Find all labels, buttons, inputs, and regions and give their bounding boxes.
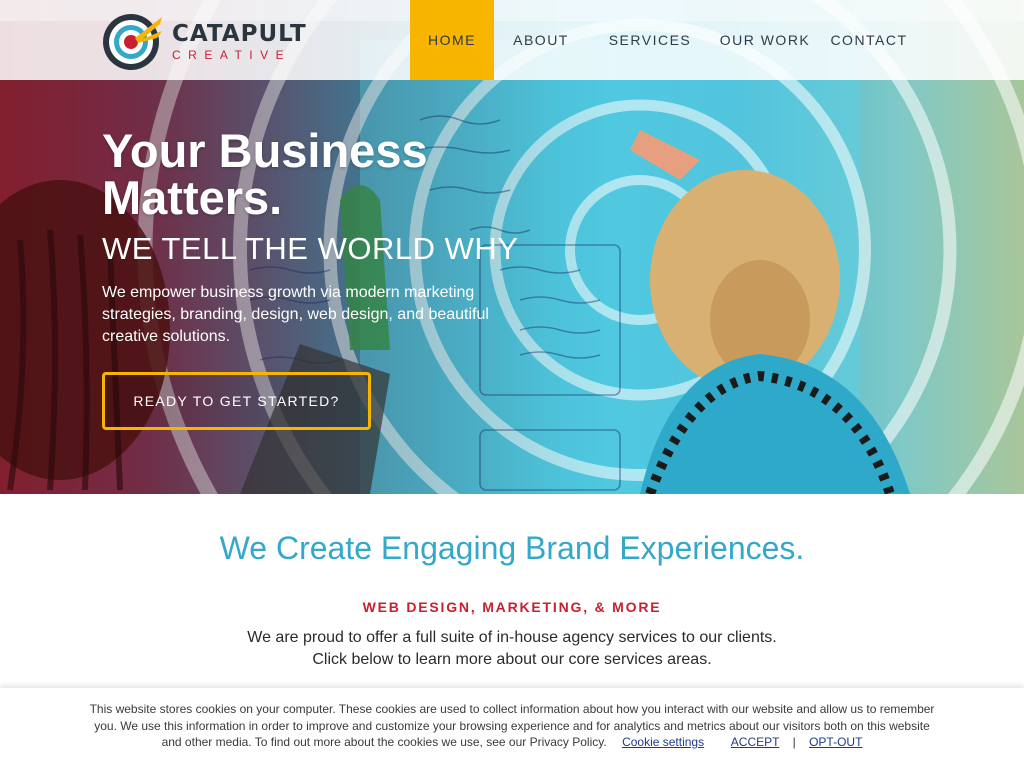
cookie-separator: | [792, 735, 796, 749]
cookie-accept-link[interactable]: ACCEPT [731, 735, 779, 749]
nav-item-our-work[interactable]: OUR WORK [712, 0, 818, 80]
cookie-settings-link[interactable]: Cookie settings [622, 735, 704, 749]
hero-description: We empower business growth via modern ma… [102, 284, 489, 345]
get-started-button[interactable]: READY TO GET STARTED? [102, 372, 371, 430]
section-kicker: WEB DESIGN, MARKETING, & MORE [362, 599, 662, 615]
nav-item-about[interactable]: ABOUT [494, 0, 588, 80]
section-text-line-2: Click below to learn more about our core… [312, 651, 712, 668]
cookie-notice-last-line: and other media. To find out more about … [161, 735, 607, 749]
catapult-target-logo-icon [103, 14, 162, 70]
logo-subtitle: CREATIVE [172, 48, 292, 62]
hero-title: Your Business Matters. [102, 124, 428, 224]
nav-item-services[interactable]: SERVICES [588, 0, 712, 80]
section-text-line-1: We are proud to offer a full suite of in… [247, 629, 777, 646]
logo-link[interactable]: CATAPULT CREATIVE [102, 11, 307, 73]
section-title: We Create Engaging Brand Experiences. [219, 530, 805, 566]
nav-item-home[interactable]: HOME [410, 0, 494, 80]
cookie-banner: This website stores cookies on your comp… [0, 688, 1024, 768]
logo-name: CATAPULT [172, 21, 307, 47]
cookie-notice-text: This website stores cookies on your comp… [89, 702, 935, 733]
cookie-optout-link[interactable]: OPT-OUT [809, 735, 862, 749]
site-header: CATAPULT CREATIVE HOME ABOUT SERVICES OU… [0, 0, 1024, 80]
hero-tagline: WE TELL THE WORLD WHY [102, 231, 519, 266]
cookie-actions-row: and other media. To find out more about … [80, 735, 944, 749]
nav-item-contact[interactable]: CONTACT [818, 0, 920, 80]
main-nav: HOME ABOUT SERVICES OUR WORK CONTACT [410, 0, 920, 80]
